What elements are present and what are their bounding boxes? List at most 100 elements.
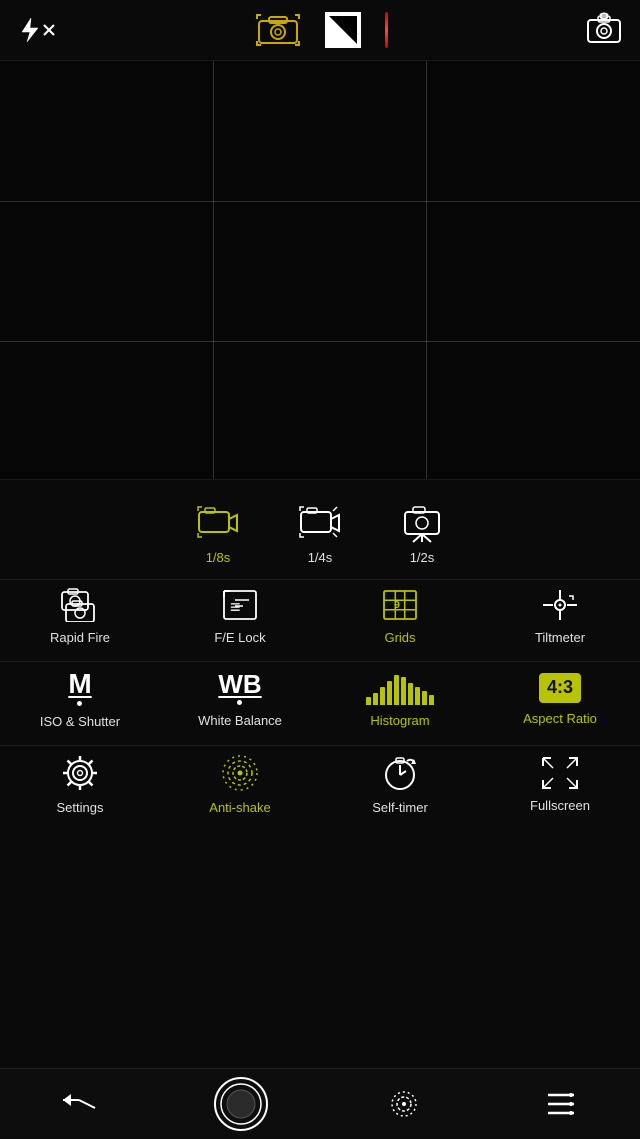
iso-shutter-label: ISO & Shutter xyxy=(40,714,120,729)
white-balance-button[interactable]: WB White Balance xyxy=(170,671,310,728)
grid-h1 xyxy=(0,201,640,202)
timer-1-2s[interactable]: 1/2s xyxy=(401,502,443,565)
rapid-fire-svg xyxy=(61,588,99,622)
timer-1-2s-label: 1/2s xyxy=(410,550,435,565)
top-toolbar xyxy=(0,0,640,60)
toolbar-center xyxy=(255,12,388,48)
red-line-icon xyxy=(385,12,388,48)
bottom-bar xyxy=(0,1068,640,1138)
aspect-ratio-icon: 4:3 xyxy=(539,673,581,703)
fullscreen-label: Fullscreen xyxy=(530,798,590,813)
viewfinder[interactable] xyxy=(0,60,640,480)
rapid-fire-button[interactable]: Rapid Fire xyxy=(10,588,150,645)
exposure-icon xyxy=(325,12,361,48)
anti-shake-svg xyxy=(219,754,261,792)
hdr-button[interactable] xyxy=(255,13,301,47)
timer-row: 1/8s 1/4s xyxy=(0,480,640,579)
flip-camera-icon xyxy=(586,12,622,48)
flash-button[interactable] xyxy=(18,16,56,44)
bottom-antishake-icon xyxy=(386,1086,422,1122)
m-letter: M xyxy=(68,670,91,698)
back-button[interactable] xyxy=(49,1074,109,1134)
toolbar-right xyxy=(586,12,622,48)
timer-1-8s-icon xyxy=(197,502,239,544)
m-dot xyxy=(77,701,82,706)
self-timer-button[interactable]: Self-timer xyxy=(330,754,470,815)
self-timer-svg xyxy=(381,754,419,792)
timer-cam-icon-2 xyxy=(299,502,341,544)
histogram-bars xyxy=(366,671,434,705)
wb-text: WB xyxy=(218,671,261,697)
timer-1-8s[interactable]: 1/8s xyxy=(197,502,239,565)
tiltmeter-button[interactable]: Tiltmeter xyxy=(490,588,630,645)
anti-shake-button[interactable]: Anti-shake xyxy=(170,754,310,815)
timer-cam-icon-3 xyxy=(401,502,443,544)
feature-row-1: Rapid Fire ≡ F/E Lock xyxy=(0,579,640,661)
grids-label: Grids xyxy=(384,630,415,645)
self-timer-label: Self-timer xyxy=(372,800,428,815)
shutter-button[interactable] xyxy=(206,1069,276,1139)
grids-button[interactable]: 9 Grids xyxy=(330,588,470,645)
bottom-antishake-button[interactable] xyxy=(374,1074,434,1134)
fullscreen-svg xyxy=(541,756,579,790)
exposure-svg xyxy=(327,14,359,46)
grids-icon: 9 xyxy=(381,588,419,622)
histogram-button[interactable]: Histogram xyxy=(330,671,470,728)
self-timer-icon xyxy=(381,754,419,792)
toolbar-left xyxy=(18,16,56,44)
aspect-badge: 4:3 xyxy=(539,673,581,703)
wb-icon-wrap: WB xyxy=(218,671,261,705)
flip-camera-button[interactable] xyxy=(586,12,622,48)
timer-1-4s-label: 1/4s xyxy=(308,550,333,565)
timer-cam-icon-1 xyxy=(197,502,239,544)
settings-svg xyxy=(61,754,99,792)
settings-icon xyxy=(61,754,99,792)
white-balance-icon: WB xyxy=(218,671,261,705)
flash-icon xyxy=(18,16,40,44)
grid-h2 xyxy=(0,341,640,342)
iso-shutter-button[interactable]: M ISO & Shutter xyxy=(10,670,150,729)
svg-text:9: 9 xyxy=(394,600,400,611)
exposure-button[interactable] xyxy=(325,12,361,48)
menu-icon xyxy=(546,1091,576,1117)
anti-shake-label: Anti-shake xyxy=(209,800,270,815)
settings-button[interactable]: Settings xyxy=(10,754,150,815)
aspect-ratio-label: Aspect Ratio xyxy=(523,711,597,726)
aspect-ratio-button[interactable]: 4:3 Aspect Ratio xyxy=(490,673,630,726)
shutter-icon xyxy=(213,1076,269,1132)
back-icon xyxy=(61,1090,97,1118)
menu-button[interactable] xyxy=(531,1074,591,1134)
tiltmeter-svg xyxy=(541,588,579,622)
tiltmeter-icon xyxy=(541,588,579,622)
timer-1-8s-label: 1/8s xyxy=(206,550,231,565)
tiltmeter-label: Tiltmeter xyxy=(535,630,585,645)
white-balance-label: White Balance xyxy=(198,713,282,728)
timer-1-2s-icon xyxy=(401,502,443,544)
grid-v1 xyxy=(213,61,214,479)
hdr-icon xyxy=(255,13,301,47)
timer-1-4s-icon xyxy=(299,502,341,544)
histogram-icon xyxy=(366,671,434,705)
rapid-fire-label: Rapid Fire xyxy=(50,630,110,645)
rapid-fire-icon xyxy=(61,588,99,622)
anti-shake-icon xyxy=(219,754,261,792)
iso-shutter-icon: M xyxy=(68,670,91,706)
flash-x-icon xyxy=(42,23,56,37)
feature-row-2: M ISO & Shutter WB White Balance xyxy=(0,661,640,745)
indicator-button[interactable] xyxy=(385,12,388,48)
grids-svg: 9 xyxy=(381,588,419,622)
settings-label: Settings xyxy=(57,800,104,815)
wb-dot xyxy=(237,700,242,705)
fullscreen-button[interactable]: Fullscreen xyxy=(490,756,630,813)
fe-lock-icon: ≡ xyxy=(221,588,259,622)
fe-lock-button[interactable]: ≡ F/E Lock xyxy=(170,588,310,645)
timer-1-4s[interactable]: 1/4s xyxy=(299,502,341,565)
fe-lock-label: F/E Lock xyxy=(214,630,265,645)
controls-panel: 1/8s 1/4s xyxy=(0,480,640,831)
feature-row-3: Settings Anti-shake xyxy=(0,745,640,831)
histogram-label: Histogram xyxy=(370,713,429,728)
fullscreen-icon xyxy=(541,756,579,790)
fe-lock-svg: ≡ xyxy=(221,588,259,622)
grid-v2 xyxy=(426,61,427,479)
m-icon-wrap: M xyxy=(68,670,91,706)
